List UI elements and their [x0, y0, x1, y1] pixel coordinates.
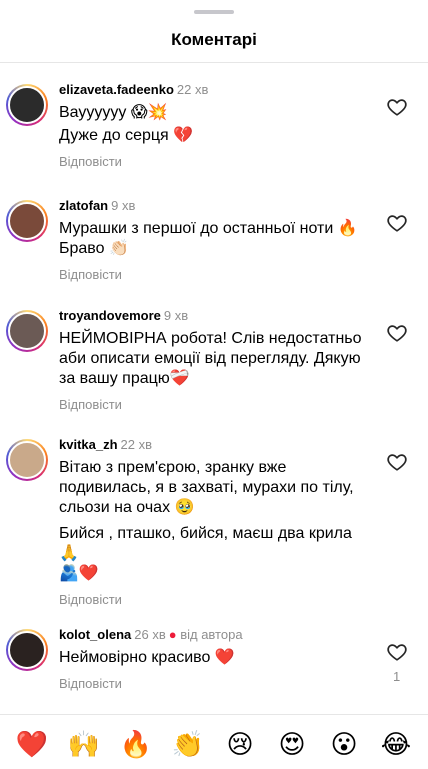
avatar-image	[8, 86, 46, 124]
comment-meta: troyandovemore 9 хв	[59, 308, 377, 324]
comment-text: Дуже до серця 💔	[59, 127, 194, 144]
reply-button[interactable]: Відповісти	[59, 154, 122, 169]
author-badge: ● від автора	[169, 627, 243, 642]
comment-text: Мурашки з першої до останньої ноти 🔥 Бра…	[59, 220, 358, 257]
heart-icon[interactable]	[386, 451, 408, 473]
comment-text: Бийся , пташко, бийся, маєш два крила 🙏 …	[59, 525, 352, 582]
timestamp: 22 хв	[120, 437, 153, 452]
author-badge-label: від автора	[180, 627, 243, 642]
heart-icon[interactable]	[386, 641, 408, 663]
heart-icon[interactable]	[386, 212, 408, 234]
username[interactable]: troyandovemore	[59, 308, 161, 323]
comment-meta: elizaveta.fadeenko 22 хв	[59, 82, 377, 98]
comment-body: elizaveta.fadeenko 22 хв Вауууууу 😱💥 Дуже…	[59, 82, 377, 171]
comment-text: Вітаю з прем'єрою, зранку вже подивилась…	[59, 459, 354, 516]
timestamp: 26 хв	[134, 627, 166, 642]
divider	[0, 62, 428, 63]
comment-body: troyandovemore 9 хв НЕЙМОВІРНА робота! Сл…	[59, 308, 377, 414]
comments-sheet: Коментарі elizaveta.fadeenko 22 хв Вауууу…	[0, 0, 428, 769]
avatar[interactable]	[6, 439, 48, 481]
avatar[interactable]	[6, 629, 48, 671]
avatar[interactable]	[6, 200, 48, 242]
page-title: Коментарі	[171, 30, 257, 49]
reaction-crying[interactable]: 😢	[220, 728, 260, 760]
comment-meta: kvitka_zh 22 хв	[59, 437, 377, 453]
comment-meta: zlatofan 9 хв	[59, 198, 377, 214]
username[interactable]: kolot_olena	[59, 627, 131, 642]
username[interactable]: elizaveta.fadeenko	[59, 82, 174, 97]
avatar-image	[8, 202, 46, 240]
reaction-fire[interactable]: 🔥	[116, 728, 156, 760]
username[interactable]: kvitka_zh	[59, 437, 118, 452]
timestamp: 22 хв	[176, 82, 209, 97]
comment-body: kolot_olena 26 хв ● від автора Неймовірно …	[59, 627, 377, 693]
comment-meta: kolot_olena 26 хв ● від автора	[59, 627, 377, 643]
reaction-heart-eyes[interactable]: 😍	[272, 728, 312, 760]
reaction-heart[interactable]: ❤️	[12, 728, 52, 760]
avatar-image	[8, 631, 46, 669]
comment-body: kvitka_zh 22 хв Вітаю з прем'єрою, зранку…	[59, 437, 377, 609]
timestamp: 9 хв	[111, 198, 136, 213]
heart-icon[interactable]	[386, 96, 408, 118]
comment-body: zlatofan 9 хв Мурашки з першої до останнь…	[59, 198, 377, 284]
reply-button[interactable]: Відповісти	[59, 267, 122, 282]
sheet-grabber[interactable]	[194, 10, 234, 14]
avatar[interactable]	[6, 84, 48, 126]
heart-icon[interactable]	[386, 322, 408, 344]
reaction-clap[interactable]: 👏	[168, 728, 208, 760]
reply-button[interactable]: Відповісти	[59, 676, 122, 691]
like-count[interactable]: 1	[393, 669, 400, 684]
timestamp: 9 хв	[163, 308, 189, 323]
divider	[0, 714, 428, 715]
heart-filled-icon: ●	[168, 627, 181, 642]
quick-reactions-bar: ❤️ 🙌 🔥 👏 😢 😍 😮 😂	[0, 726, 428, 762]
comment-text: Вауууууу 😱💥	[59, 104, 168, 121]
avatar-image	[8, 312, 46, 350]
reply-button[interactable]: Відповісти	[59, 397, 122, 412]
avatar-image	[8, 441, 46, 479]
reaction-surprised[interactable]: 😮	[324, 728, 364, 760]
reply-button[interactable]: Відповісти	[59, 592, 122, 607]
reaction-raised-hands[interactable]: 🙌	[64, 728, 104, 760]
reaction-laughing[interactable]: 😂	[376, 728, 416, 760]
username[interactable]: zlatofan	[59, 198, 108, 213]
comment-text: Неймовірно красиво ❤️	[59, 649, 235, 666]
avatar[interactable]	[6, 310, 48, 352]
comment-text: НЕЙМОВІРНА робота! Слів недостатньо аби …	[59, 330, 362, 387]
